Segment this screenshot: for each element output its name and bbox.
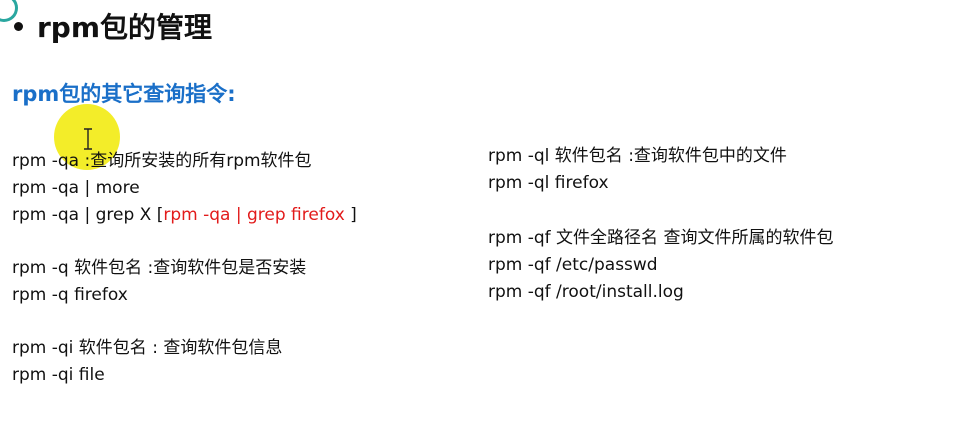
grep-prefix: rpm -qa | grep X [ [12,205,164,225]
section-subheading: rpm包的其它查询指令: [12,82,236,106]
text-line: rpm -qi 软件包名 : 查询软件包信息 [12,338,283,358]
grep-suffix: ] [344,205,357,225]
left-column: rpm -qa :查询所安装的所有rpm软件包 rpm -qa | more r… [12,148,357,389]
text-line: rpm -qf /root/install.log [488,282,684,302]
text-line-grep: rpm -qa | grep X [rpm -qa | grep firefox… [12,202,357,229]
page-title: rpm包的管理 [12,4,212,48]
text-line: rpm -ql 软件包名 :查询软件包中的文件 [488,146,787,166]
text-line: rpm -ql firefox [488,173,609,193]
page-title-text: rpm包的管理 [37,11,213,44]
text-line: rpm -qf 文件全路径名 查询文件所属的软件包 [488,228,834,248]
bullet-icon [14,21,23,31]
text-line: rpm -qi file [12,365,105,385]
text-line: rpm -qa | more [12,178,140,198]
text-cursor-icon [84,128,92,150]
text-line: rpm -qf /etc/passwd [488,255,658,275]
text-line: rpm -q firefox [12,285,128,305]
grep-example-red: rpm -qa | grep firefox [163,205,345,225]
text-line: rpm -q 软件包名 :查询软件包是否安装 [12,258,307,278]
text-line: rpm -qa :查询所安装的所有rpm软件包 [12,151,312,171]
right-column: rpm -ql 软件包名 :查询软件包中的文件 rpm -ql firefox … [488,143,833,306]
